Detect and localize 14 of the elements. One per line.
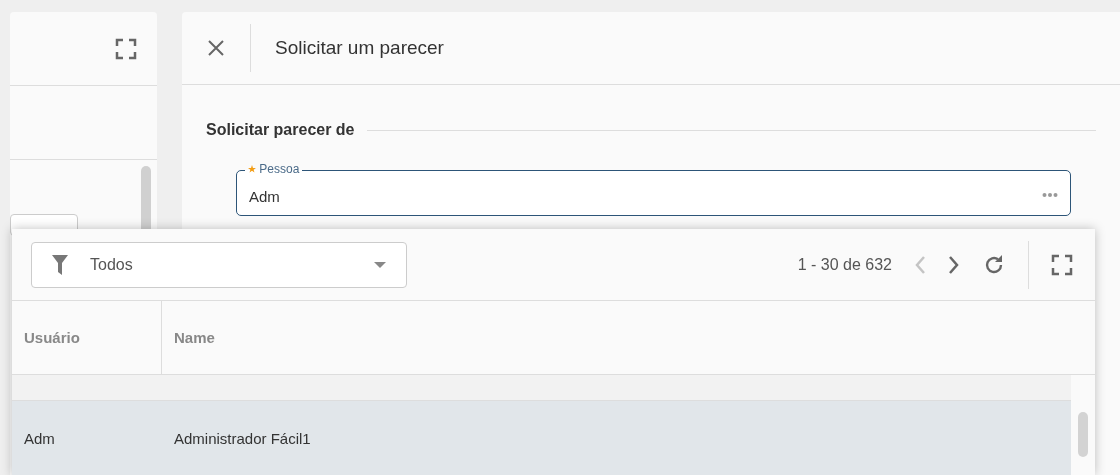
filter-icon	[52, 254, 68, 275]
table-cell-text: Administrador Fácil1	[173, 429, 311, 447]
pagination-text: 1 - 30 de 632	[797, 255, 892, 274]
fullscreen-icon[interactable]	[1051, 253, 1073, 276]
scrollbar[interactable]	[1078, 412, 1088, 457]
filter-dropdown[interactable]: Todos	[31, 241, 407, 288]
section-title: Solicitar parecer de	[206, 121, 355, 139]
next-icon[interactable]	[948, 254, 960, 275]
fullscreen-icon[interactable]	[115, 37, 137, 60]
dialog-title: Solicitar um parecer	[275, 37, 444, 59]
table-row[interactable]: Adm Administrador Fácil1	[12, 401, 1071, 475]
caret-icon	[374, 261, 386, 268]
table-cell-text: Adm	[23, 429, 56, 447]
close-icon[interactable]	[206, 38, 226, 58]
